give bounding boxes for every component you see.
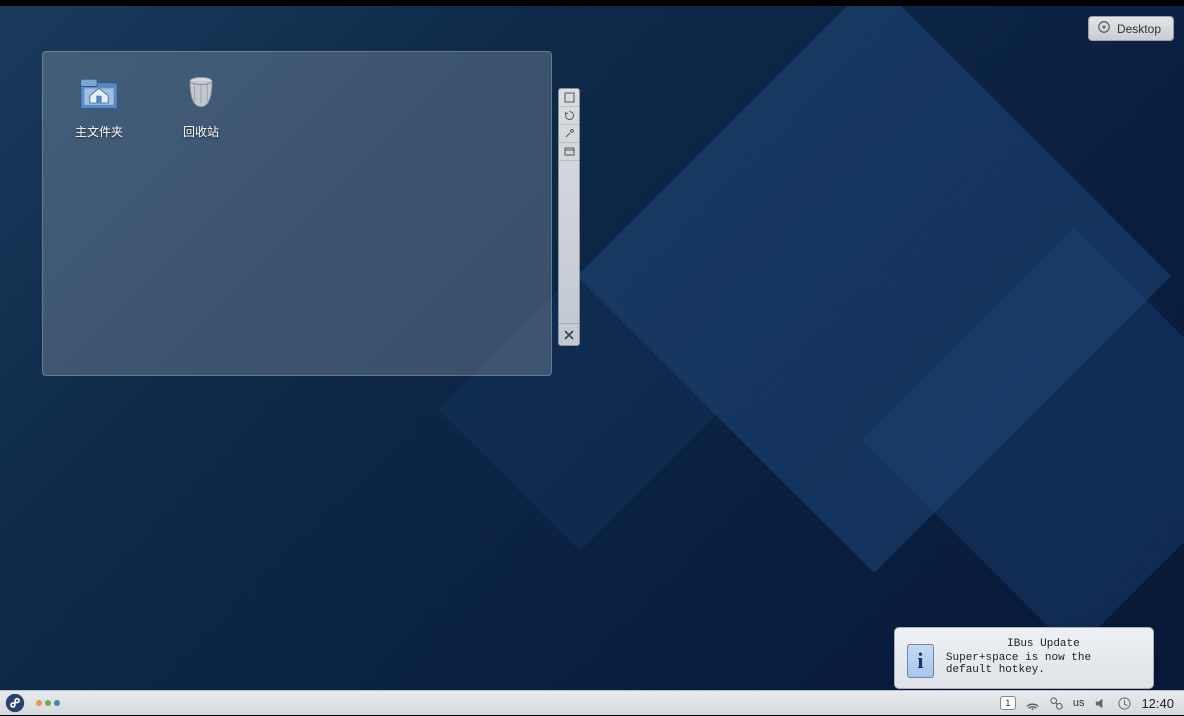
system-tray: 1 us 12:40 bbox=[1000, 696, 1184, 711]
volume-indicator[interactable] bbox=[1093, 696, 1108, 711]
folder-icon bbox=[77, 70, 121, 119]
clipboard-indicator[interactable] bbox=[1049, 696, 1064, 711]
pager-desktop-3[interactable] bbox=[54, 700, 60, 706]
widget-resize-button[interactable] bbox=[559, 89, 579, 107]
desktop-pager[interactable] bbox=[36, 700, 60, 706]
trash-can-icon bbox=[179, 70, 223, 119]
widget-rotate-button[interactable] bbox=[559, 107, 579, 125]
pager-desktop-2[interactable] bbox=[45, 700, 51, 706]
widget-handle-toolbar[interactable] bbox=[558, 88, 580, 346]
widget-close-button[interactable] bbox=[559, 323, 579, 345]
desktop-toolbox-button[interactable]: Desktop bbox=[1088, 16, 1174, 41]
notification-indicator[interactable]: 1 bbox=[1000, 696, 1016, 710]
keyboard-layout-indicator[interactable]: us bbox=[1073, 697, 1085, 709]
network-indicator[interactable] bbox=[1025, 696, 1040, 711]
pager-desktop-1[interactable] bbox=[36, 700, 42, 706]
trash-label: 回收站 bbox=[183, 123, 219, 140]
widget-maximize-button[interactable] bbox=[559, 143, 579, 161]
desktop[interactable]: Desktop 主文件夹 bbox=[0, 6, 1184, 690]
toolbox-label: Desktop bbox=[1117, 22, 1161, 36]
notification-count: 1 bbox=[1000, 696, 1016, 710]
home-folder-icon[interactable]: 主文件夹 bbox=[67, 70, 131, 140]
folder-view-widget[interactable]: 主文件夹 回收站 bbox=[42, 51, 552, 376]
toolbox-icon bbox=[1097, 20, 1111, 37]
widget-configure-button[interactable] bbox=[559, 125, 579, 143]
clock[interactable]: 12:40 bbox=[1141, 696, 1174, 711]
notification-body: Super+space is now the default hotkey. bbox=[946, 652, 1141, 676]
notification-title: IBus Update bbox=[946, 638, 1141, 650]
home-folder-label: 主文件夹 bbox=[75, 123, 123, 140]
info-icon: i bbox=[907, 644, 934, 678]
toolbar-spacer bbox=[559, 161, 579, 323]
notification-popup[interactable]: i IBus Update Super+space is now the def… bbox=[894, 627, 1154, 689]
app-launcher-button[interactable] bbox=[0, 691, 30, 716]
trash-icon[interactable]: 回收站 bbox=[169, 70, 233, 140]
taskbar: 1 us 12:40 bbox=[0, 690, 1184, 715]
updates-indicator[interactable] bbox=[1117, 696, 1132, 711]
